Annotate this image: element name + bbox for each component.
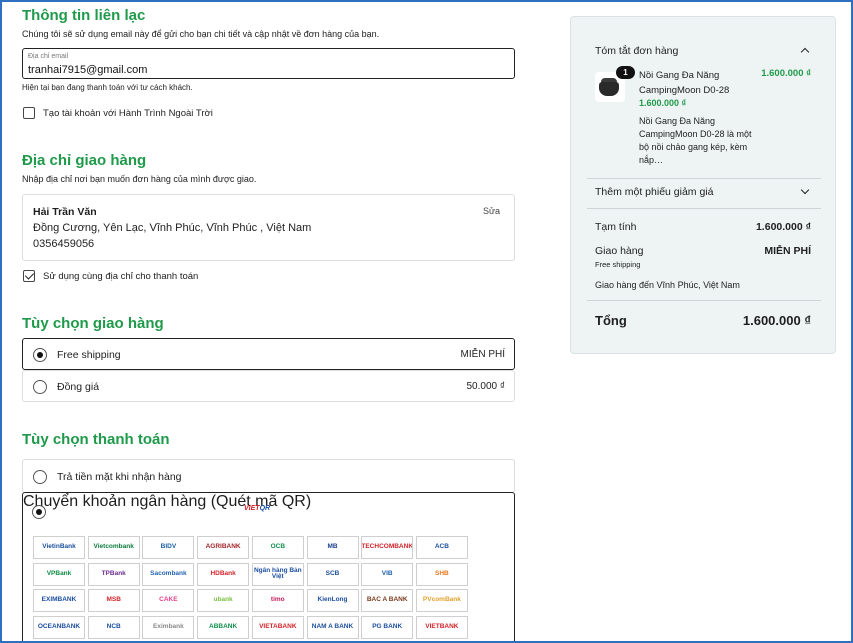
total-label: Tổng [595, 313, 627, 328]
bank-logo[interactable]: Ngân hàng Bản Việt [251, 562, 304, 586]
vietqr-logo-qr: QR [259, 505, 271, 512]
divider [587, 300, 821, 301]
vietqr-logo-viet: VIET [244, 505, 260, 512]
bank-logo[interactable]: KienLong [306, 589, 359, 612]
pot-body-shape [599, 82, 619, 96]
shipping-options-title: Tùy chọn giao hàng [22, 315, 164, 332]
shipping-option-price: MIỄN PHÍ [460, 349, 505, 360]
shipping-option-free[interactable]: Free shipping MIỄN PHÍ [22, 338, 515, 370]
recipient-name: Hải Trần Văn [33, 206, 97, 218]
bank-logo[interactable]: Vietcombank [87, 536, 140, 559]
bank-logo[interactable]: CAKE [142, 589, 195, 612]
shipping-option-label: Đồng giá [57, 381, 100, 393]
shipping-address-card: Hải Trần Văn Đồng Cương, Yên Lạc, Vĩnh P… [22, 194, 515, 261]
email-field-value[interactable]: tranhai7915@gmail.com [28, 64, 147, 76]
payment-options-title: Tùy chọn thanh toán [22, 431, 170, 448]
bank-logo[interactable]: VPBank [33, 562, 85, 586]
chevron-up-icon[interactable] [800, 47, 810, 57]
bank-logo[interactable]: HDBank [197, 562, 250, 586]
order-summary-title[interactable]: Tóm tắt đơn hàng [595, 45, 678, 57]
bank-logo[interactable]: VIETBANK [415, 615, 468, 639]
bank-logo[interactable]: VietinBank [33, 536, 85, 559]
product-description: Nồi Gang Đa Năng CampingMoon D0-28 là mộ… [639, 116, 752, 165]
vietqr-logo: VIETQR [244, 505, 270, 512]
payment-option-cod[interactable]: Trả tiền mặt khi nhận hàng [22, 459, 515, 493]
bank-logo[interactable]: timo [251, 589, 304, 612]
divider [587, 178, 821, 179]
contact-section-title: Thông tin liên lạc [22, 7, 146, 24]
bank-logo[interactable]: ABBANK [197, 615, 250, 639]
bank-logo[interactable]: NCB [87, 615, 140, 639]
order-summary-panel: Tóm tắt đơn hàng 1 Nồi Gang Đa Năng Camp… [570, 16, 836, 354]
product-name: Nồi Gang Đa Năng CampingMoon D0-28 [639, 70, 730, 96]
divider [587, 208, 821, 209]
edit-address-button[interactable]: Sửa [483, 206, 500, 216]
payment-option-cod-label: Trả tiền mặt khi nhận hàng [57, 471, 182, 483]
total-value: 1.600.000 ₫ [742, 313, 811, 328]
shipping-method: Free shipping [595, 260, 641, 269]
radio-selected-icon[interactable] [33, 348, 47, 362]
product-line-total: 1.600.000 ₫ [761, 68, 811, 79]
chevron-down-icon[interactable] [800, 185, 810, 195]
bank-logo[interactable]: OCB [251, 536, 304, 559]
bank-logo[interactable]: VIB [361, 562, 414, 586]
radio-icon[interactable] [33, 470, 47, 484]
email-field[interactable]: Địa chỉ email tranhai7915@gmail.com [22, 48, 515, 79]
coupon-toggle[interactable]: Thêm một phiếu giảm giá [595, 186, 713, 198]
bank-logo[interactable]: MB [306, 536, 359, 559]
bank-logo[interactable]: OCEANBANK [33, 615, 85, 639]
same-billing-checkbox[interactable] [23, 270, 35, 282]
shipping-option-price: 50.000 ₫ [466, 381, 506, 392]
create-account-checkbox[interactable] [23, 107, 35, 119]
bank-logo[interactable]: NAM A BANK [306, 615, 359, 639]
shipping-address-title: Địa chỉ giao hàng [22, 152, 147, 169]
radio-selected-icon[interactable] [32, 505, 46, 519]
recipient-phone: 0356459056 [33, 238, 95, 250]
shipping-label: Giao hàng [595, 245, 644, 257]
bank-logo[interactable]: MSB [87, 589, 140, 612]
bank-logo[interactable]: AGRIBANK [197, 536, 250, 559]
radio-icon[interactable] [33, 380, 47, 394]
bank-logo[interactable]: ACB [415, 536, 468, 559]
bank-logo[interactable]: EXIMBANK [33, 589, 85, 612]
create-account-label[interactable]: Tạo tài khoản với Hành Trình Ngoài Trời [43, 108, 213, 119]
shipping-address-description: Nhập địa chỉ nơi bạn muốn đơn hàng của m… [22, 174, 257, 184]
bank-logo[interactable]: SCB [306, 562, 359, 586]
bank-logo[interactable]: TECHCOMBANK [361, 536, 414, 559]
subtotal-value: 1.600.000 ₫ [755, 221, 811, 233]
product-unit-price: 1.600.000 ₫ [639, 98, 687, 108]
shipping-option-label: Free shipping [57, 349, 121, 361]
bank-logo[interactable]: VIETABANK [251, 615, 304, 639]
same-billing-label[interactable]: Sử dụng cùng địa chỉ cho thanh toán [43, 271, 198, 282]
bank-logo[interactable]: BAC A BANK [361, 589, 414, 612]
checkout-page: Thông tin liên lạc Chúng tôi sẽ sử dụng … [0, 0, 853, 643]
subtotal-label: Tạm tính [595, 221, 637, 233]
quantity-badge: 1 [616, 66, 635, 79]
guest-note: Hiện tại bạn đang thanh toán với tư cách… [22, 83, 193, 92]
email-field-label: Địa chỉ email [28, 53, 69, 60]
bank-logo[interactable]: SHB [415, 562, 468, 586]
bank-logo[interactable]: TPBank [87, 562, 140, 586]
contact-description: Chúng tôi sẽ sử dụng email này để gửi ch… [22, 29, 380, 39]
bank-logo[interactable]: Sacombank [142, 562, 195, 586]
recipient-address: Đồng Cương, Yên Lạc, Vĩnh Phúc, Vĩnh Phú… [33, 222, 312, 234]
shipping-destination: Giao hàng đến Vĩnh Phúc, Việt Nam [595, 280, 740, 290]
bank-logo[interactable]: PVcomBank [415, 589, 468, 612]
shipping-value: MIỄN PHÍ [764, 245, 811, 257]
bank-logo[interactable]: ubank [197, 589, 250, 612]
bank-logo[interactable]: Eximbank [142, 615, 195, 639]
shipping-option-flat[interactable]: Đồng giá 50.000 ₫ [22, 370, 515, 402]
bank-logo[interactable]: PG BANK [361, 615, 414, 639]
bank-logo[interactable]: BIDV [142, 536, 195, 559]
